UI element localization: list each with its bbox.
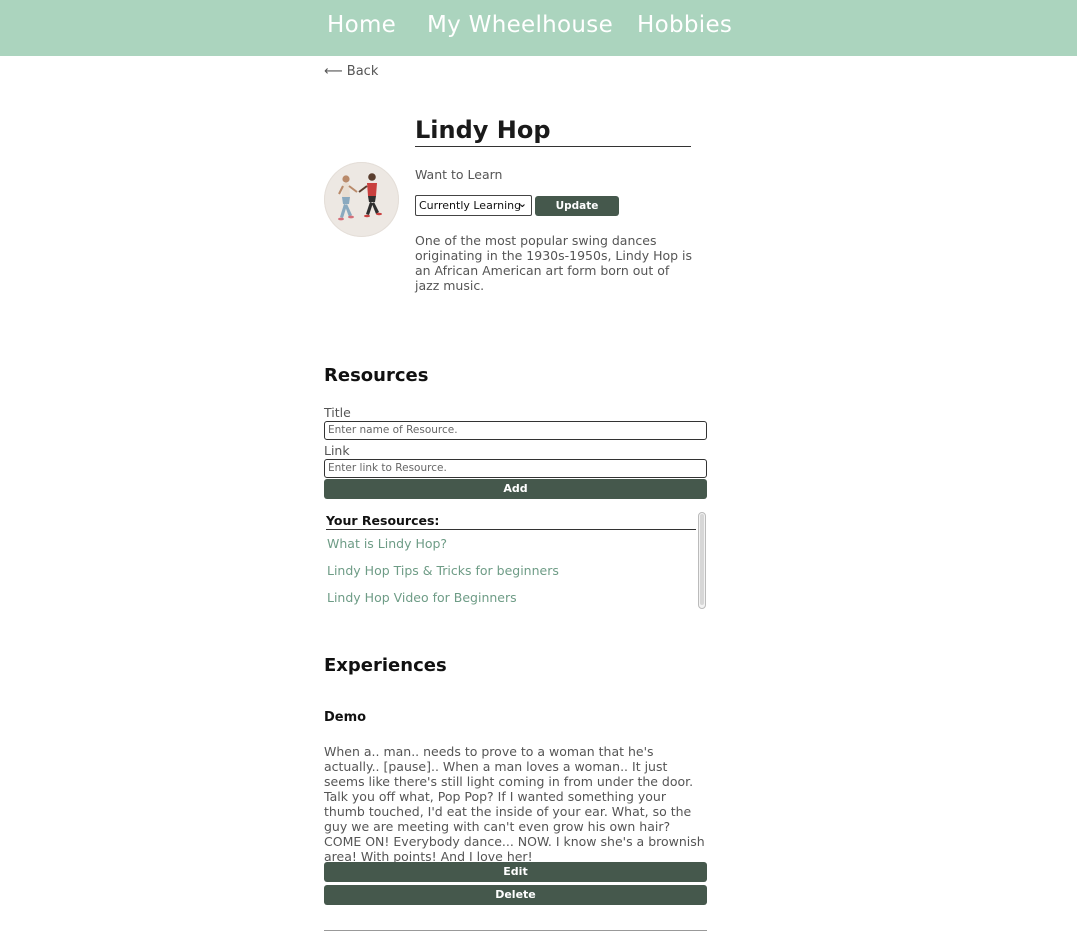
add-resource-button[interactable]: Add [324, 479, 707, 499]
hobby-image [324, 162, 399, 237]
status-select[interactable]: Currently Learning ⌄ [415, 195, 532, 216]
back-label: Back [346, 64, 379, 79]
top-nav-bar: Home My Wheelhouse Hobbies [0, 0, 1077, 56]
resource-link-input[interactable]: Enter link to Resource. [324, 459, 707, 478]
back-link[interactable]: ⟵ Back [324, 64, 378, 79]
experience-body: When a.. man.. needs to prove to a woman… [324, 744, 705, 864]
divider [324, 930, 707, 931]
nav-home-link[interactable]: Home [327, 12, 396, 38]
resource-link-item[interactable]: Lindy Hop Video for Beginners [327, 590, 517, 605]
delete-experience-button[interactable]: Delete [324, 885, 707, 905]
nav-my-wheelhouse-link[interactable]: My Wheelhouse [427, 12, 613, 38]
hobby-status-text: Want to Learn [415, 167, 503, 182]
update-status-button[interactable]: Update Status [535, 196, 619, 232]
your-resources-header: Your Resources: [326, 513, 696, 530]
resources-heading: Resources [324, 365, 429, 386]
chevron-down-icon: ⌄ [517, 197, 527, 210]
resource-link-item[interactable]: What is Lindy Hop? [327, 536, 447, 551]
dancers-illustration-icon [338, 173, 382, 221]
experience-title: Demo [324, 710, 367, 725]
experiences-heading: Experiences [324, 655, 447, 676]
scrollbar-thumb[interactable] [700, 514, 704, 605]
link-label: Link [324, 443, 350, 458]
title-label: Title [324, 405, 351, 420]
hobby-title: Lindy Hop [415, 116, 691, 147]
resource-link-item[interactable]: Lindy Hop Tips & Tricks for beginners [327, 563, 559, 578]
back-arrow-icon: ⟵ [324, 64, 343, 79]
resource-title-input[interactable]: Enter name of Resource. [324, 421, 707, 440]
status-select-value: Currently Learning [419, 199, 522, 212]
edit-experience-button[interactable]: Edit [324, 862, 707, 882]
nav-hobbies-link[interactable]: Hobbies [637, 12, 732, 38]
hobby-description: One of the most popular swing dances ori… [415, 233, 693, 293]
resources-scrollbar[interactable] [698, 512, 706, 609]
